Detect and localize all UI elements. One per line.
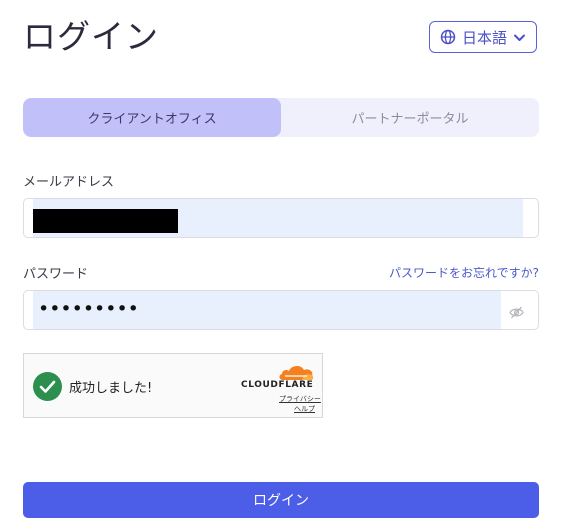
language-label: 日本語 — [461, 28, 507, 47]
cloudflare-wordmark: CLOUDFLARE — [241, 380, 314, 390]
success-check-icon — [33, 372, 62, 401]
password-label: パスワード — [23, 267, 89, 282]
eye-off-icon[interactable] — [509, 304, 524, 323]
login-page: ログイン 日本語 クライアントオフィス パートナーポータル メールアドレス パス… — [0, 0, 567, 528]
redacted-email-value — [33, 209, 178, 233]
email-label: メールアドレス — [23, 175, 115, 190]
language-selector[interactable]: 日本語 — [429, 21, 537, 53]
account-type-tabs: クライアントオフィス パートナーポータル — [23, 98, 539, 137]
cloudflare-captcha-widget[interactable]: 成功しました! CLOUDFLARE プライバシー ヘルプ — [23, 353, 323, 418]
tab-client-office[interactable]: クライアントオフィス — [23, 98, 281, 137]
password-field[interactable]: ••••••••• — [23, 290, 539, 330]
forgot-password-link[interactable]: パスワードをお忘れですか? — [389, 264, 539, 281]
tab-partner-portal[interactable]: パートナーポータル — [281, 98, 539, 137]
email-field[interactable] — [23, 198, 539, 238]
captcha-status-text: 成功しました! — [69, 381, 153, 396]
chevron-down-icon — [513, 31, 526, 44]
privacy-link[interactable]: プライバシー — [279, 394, 321, 404]
globe-icon — [440, 29, 456, 45]
help-link[interactable]: ヘルプ — [294, 404, 315, 414]
password-value: ••••••••• — [38, 298, 139, 320]
login-button[interactable]: ログイン — [23, 482, 539, 518]
page-title: ログイン — [23, 17, 159, 56]
